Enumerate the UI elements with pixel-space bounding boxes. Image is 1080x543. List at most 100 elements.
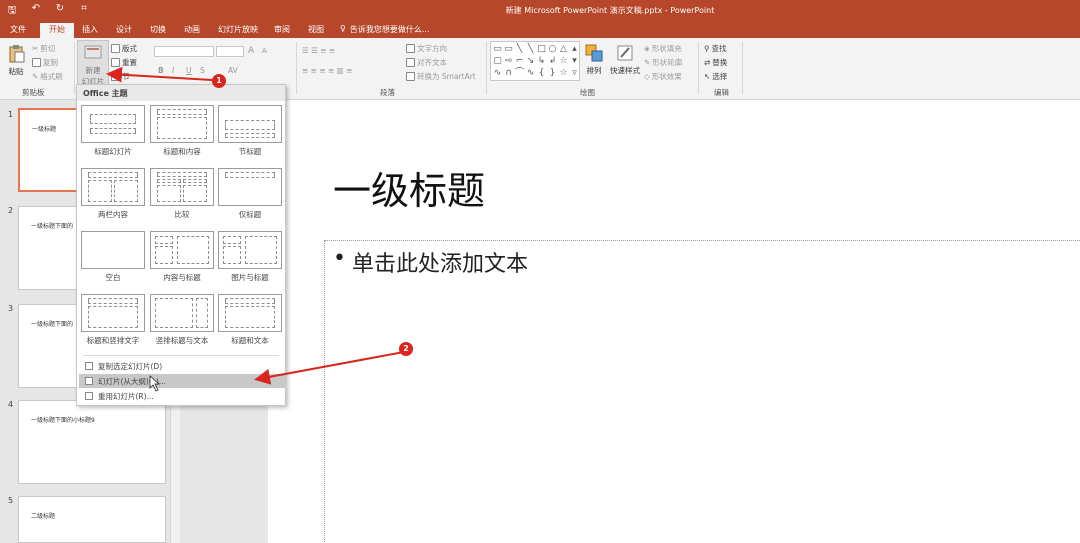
curve-shape-icon[interactable]: ∿ [492, 67, 503, 79]
tab-file[interactable]: 文件 [4, 23, 32, 38]
layout-content-caption[interactable]: 内容与标题 [150, 231, 214, 282]
duplicate-icon [85, 362, 93, 370]
align-text-button[interactable]: 对齐文本 [406, 57, 447, 68]
arrow-shape-icon[interactable]: ▾ [569, 55, 580, 67]
tab-review[interactable]: 审阅 [268, 23, 296, 38]
italic-button[interactable]: I [172, 66, 174, 75]
underline-button[interactable]: U [186, 66, 192, 75]
menu-slides-from-outline[interactable]: 幻灯片(从大纲)(L)... [79, 374, 285, 388]
bullets-button[interactable]: ☰ ☰ ≡ ≡ [302, 46, 335, 55]
layout-button[interactable]: 版式 [111, 43, 137, 54]
content-placeholder-text[interactable]: • 单击此处添加文本 [333, 246, 528, 278]
layout-label: 比较 [174, 210, 190, 219]
tell-me-box[interactable]: ♀ 告诉我您想要做什么... [340, 24, 430, 35]
layout-comparison[interactable]: 比较 [150, 168, 214, 219]
copy-icon [32, 58, 41, 67]
layout-picture-caption[interactable]: 图片与标题 [218, 231, 282, 282]
star-shape-icon[interactable]: ☆ [558, 67, 569, 79]
layout-two-content[interactable]: 两栏内容 [81, 168, 145, 219]
layout-title-vertical-text[interactable]: 标题和竖排文字 [81, 294, 145, 345]
font-name-select[interactable] [154, 46, 214, 57]
reset-button[interactable]: 重置 [111, 57, 137, 68]
tab-insert[interactable]: 插入 [76, 23, 104, 38]
shape-effects-button[interactable]: ◇ 形状效果 [644, 71, 682, 82]
content-placeholder[interactable] [324, 240, 1080, 543]
bold-button[interactable]: B [158, 66, 164, 75]
layout-thumbnail [81, 231, 145, 269]
rounded-rect-shape-icon[interactable]: ▢ [492, 55, 503, 67]
tab-home[interactable]: 开始 [40, 23, 74, 38]
shape-fill-button[interactable]: ◈ 形状填充 [644, 43, 682, 54]
tab-design[interactable]: 设计 [110, 23, 138, 38]
layout-section-header[interactable]: 节标题 [218, 105, 282, 156]
connector-shape-icon[interactable]: ↳ [536, 55, 547, 67]
line-shape-icon[interactable]: ╲ [525, 43, 536, 55]
triangle-shape-icon[interactable]: △ [558, 43, 569, 55]
new-slide-highlight [77, 40, 109, 86]
layout-label: 空白 [105, 273, 121, 282]
slide-thumbnail-5[interactable]: 二级标题 [18, 496, 166, 543]
layout-vertical-title-text[interactable]: 竖排标题与文本 [150, 294, 214, 345]
shrink-font-button[interactable]: A [262, 47, 267, 55]
replace-button[interactable]: ⇄ 替换 [704, 57, 727, 68]
copy-label: 复制 [43, 58, 58, 67]
slide-title[interactable]: 一级标题 [333, 160, 485, 215]
format-painter-button[interactable]: ✎ 格式刷 [32, 71, 63, 82]
layout-title-content[interactable]: 标题和内容 [150, 105, 214, 156]
layout-thumbnail [150, 105, 214, 143]
arrow-shape-icon[interactable]: ▴ [569, 43, 580, 55]
font-size-select[interactable] [216, 46, 244, 57]
layout-label: 内容与标题 [163, 273, 201, 282]
smartart-button[interactable]: 转换为 SmartArt [406, 71, 476, 82]
select-button[interactable]: ↖ 选择 [704, 71, 727, 82]
grow-font-button[interactable]: A [248, 46, 254, 56]
tab-slideshow[interactable]: 幻灯片放映 [214, 23, 262, 38]
window-title: 新建 Microsoft PowerPoint 演示文稿.pptx - Powe… [505, 6, 715, 15]
curve-shape-icon[interactable]: ∩ [503, 67, 514, 79]
paragraph-group-label: 段落 [380, 88, 395, 97]
brace-shape-icon[interactable]: { [536, 67, 547, 79]
tab-animations[interactable]: 动画 [178, 23, 206, 38]
find-button[interactable]: ⚲ 查找 [704, 43, 727, 54]
section-button[interactable]: 节 [111, 71, 130, 82]
curve-shape-icon[interactable]: ⌒ [514, 67, 525, 79]
quick-styles-button[interactable]: 快速样式 [608, 43, 642, 76]
shadow-button[interactable]: S [200, 66, 205, 75]
brace-shape-icon[interactable]: } [547, 67, 558, 79]
text-direction-button[interactable]: 文字方向 [406, 43, 447, 54]
curve-shape-icon[interactable]: ∿ [525, 67, 536, 79]
connector-shape-icon[interactable]: ⌐ [514, 55, 525, 67]
layout-blank[interactable]: 空白 [81, 231, 145, 282]
slide-thumbnail-4[interactable]: 一级标题下面的小标题9 [18, 400, 166, 484]
layout-title-text[interactable]: 标题和文本 [218, 294, 282, 345]
find-label: 查找 [711, 44, 727, 53]
cut-button[interactable]: ✂ 剪切 [32, 43, 55, 54]
gallery-header: Office 主题 [77, 85, 285, 101]
arrow-shape-icon[interactable]: ⇨ [503, 55, 514, 67]
star-shape-icon[interactable]: ☆ [558, 55, 569, 67]
ribbon-tabs: 文件 开始 插入 设计 切换 动画 幻灯片放映 审阅 视图 ♀ 告诉我您想要做什… [0, 20, 1080, 38]
thumb-number: 5 [8, 496, 14, 505]
paste-button[interactable]: 粘贴 [4, 44, 28, 77]
more-shapes-icon[interactable]: ▿ [569, 67, 580, 79]
tab-view[interactable]: 视图 [302, 23, 330, 38]
align-buttons[interactable]: ≡ ≡ ≡ ≡ ▥ ≡ [302, 66, 352, 75]
layout-title-slide[interactable]: 标题幻灯片 [81, 105, 145, 156]
arrange-button[interactable]: 排列 [584, 43, 604, 76]
shape-outline-button[interactable]: ✎ 形状轮廓 [644, 57, 682, 68]
line-shape-icon[interactable]: ╲ [514, 43, 525, 55]
connector-shape-icon[interactable]: ↲ [547, 55, 558, 67]
tab-transitions[interactable]: 切换 [144, 23, 172, 38]
annotation-badge-2: 2 [399, 342, 413, 356]
copy-button[interactable]: 复制 [32, 57, 58, 68]
rect-shape-icon[interactable]: ▭ [503, 43, 514, 55]
menu-duplicate-slides[interactable]: 复制选定幻灯片(D) [79, 359, 285, 373]
menu-reuse-slides[interactable]: 重用幻灯片(R)... [79, 389, 285, 403]
layout-title-only[interactable]: 仅标题 [218, 168, 282, 219]
connector-shape-icon[interactable]: ↘ [525, 55, 536, 67]
rect-shape-icon[interactable]: ▭ [492, 43, 503, 55]
oval-shape-icon[interactable]: ○ [547, 43, 558, 55]
rect-shape-icon[interactable]: □ [536, 43, 547, 55]
char-spacing-button[interactable]: AV [228, 66, 238, 75]
shapes-gallery[interactable]: ▭ ▭ ╲ ╲ □ ○ △ ▴ ▢ ⇨ ⌐ ↘ ↳ ↲ ☆ ▾ ∿ ∩ ⌒ ∿{} ☆ ▿ [490, 41, 580, 81]
